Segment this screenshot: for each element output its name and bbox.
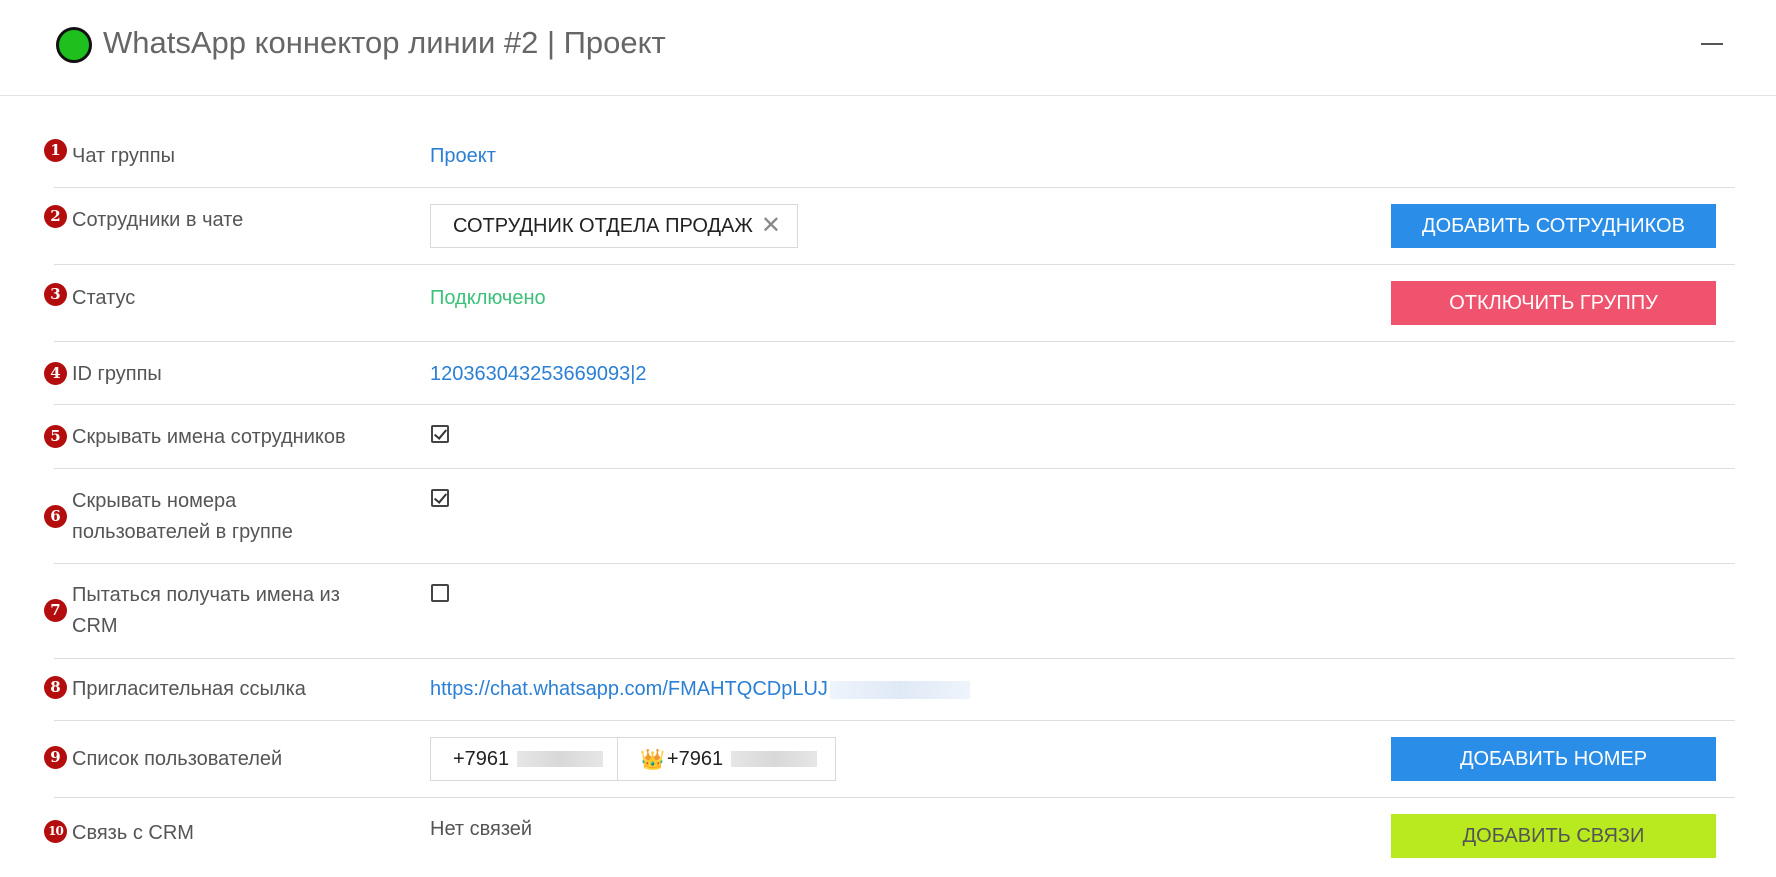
row-number-badge: 10	[44, 820, 67, 843]
row-number-badge: 6	[44, 505, 67, 528]
redacted-link-part	[829, 680, 970, 699]
row-users: 9 Список пользователей +7961 👑 +7961 ДОБ…	[44, 721, 1735, 798]
row-chat-group: 1 Чат группы Проект	[44, 122, 1735, 188]
status-indicator	[56, 27, 92, 63]
row-label: ID группы	[72, 363, 162, 385]
hide-numbers-checkbox[interactable]	[431, 489, 449, 507]
employee-chip-label: СОТРУДНИК ОТДЕЛА ПРОДАЖ	[453, 214, 753, 237]
user-phone: +7961	[666, 747, 724, 770]
crm-names-checkbox[interactable]	[431, 584, 449, 602]
row-number-badge: 3	[44, 283, 67, 306]
disconnect-group-button[interactable]: ОТКЛЮЧИТЬ ГРУППУ	[1391, 281, 1716, 325]
hide-names-checkbox[interactable]	[431, 425, 449, 443]
row-label: Пригласительная ссылка	[72, 678, 306, 700]
user-phone-chip[interactable]: +7961	[430, 737, 618, 781]
row-invite-link: 8 Пригласительная ссылка https://chat.wh…	[44, 659, 1735, 721]
row-label: Скрывать номера пользователей в группе	[72, 490, 293, 543]
add-employees-button[interactable]: ДОБАВИТЬ СОТРУДНИКОВ	[1391, 204, 1716, 248]
row-number-badge: 2	[44, 205, 67, 228]
row-employees: 2 Сотрудники в чате СОТРУДНИК ОТДЕЛА ПРО…	[44, 188, 1735, 265]
row-crm-names: 7 Пытаться получать имена из CRM	[44, 564, 1735, 659]
row-number-badge: 5	[44, 425, 67, 448]
employee-chip: СОТРУДНИК ОТДЕЛА ПРОДАЖ ✕	[430, 204, 798, 248]
row-number-badge: 4	[44, 362, 67, 385]
connector-title: WhatsApp коннектор линии #2 | Проект	[103, 25, 666, 60]
row-label: Связь с CRM	[72, 822, 194, 844]
redacted-phone	[517, 751, 604, 767]
row-status: 3 Статус Подключено ОТКЛЮЧИТЬ ГРУППУ	[44, 265, 1735, 342]
row-label: Статус	[72, 287, 136, 309]
chat-group-link[interactable]: Проект	[430, 145, 496, 168]
row-number-badge: 1	[44, 139, 67, 162]
row-number-badge: 9	[44, 746, 67, 769]
admin-phone-chip[interactable]: 👑 +7961	[617, 737, 836, 781]
row-label: Пытаться получать имена из CRM	[72, 584, 340, 637]
crown-icon: 👑	[640, 748, 665, 771]
row-hide-names: 5 Скрывать имена сотрудников	[44, 405, 1735, 469]
minimize-icon[interactable]	[1701, 43, 1723, 45]
connector-header: WhatsApp коннектор линии #2 | Проект	[0, 0, 1776, 96]
user-phone: +7961	[453, 747, 510, 770]
row-label: Скрывать имена сотрудников	[72, 426, 346, 448]
remove-icon[interactable]: ✕	[761, 214, 781, 238]
redacted-phone	[731, 751, 818, 767]
row-number-badge: 8	[44, 676, 67, 699]
group-id-value[interactable]: 120363043253669093|2	[430, 363, 647, 386]
row-group-id: 4 ID группы 120363043253669093|2	[44, 342, 1735, 405]
invite-link[interactable]: https://chat.whatsapp.com/FMAHTQCDpLUJ	[430, 678, 828, 700]
add-number-button[interactable]: ДОБАВИТЬ НОМЕР	[1391, 737, 1716, 781]
row-number-badge: 7	[44, 599, 67, 622]
row-label: Список пользователей	[72, 748, 283, 770]
status-value: Подключено	[430, 287, 546, 309]
crm-link-value: Нет связей	[430, 818, 533, 840]
row-label: Сотрудники в чате	[72, 209, 244, 231]
invite-link-container: https://chat.whatsapp.com/FMAHTQCDpLUJ	[430, 678, 970, 701]
row-label: Чат группы	[72, 145, 175, 167]
add-links-button[interactable]: ДОБАВИТЬ СВЯЗИ	[1391, 814, 1716, 858]
row-crm-link: 10 Связь с CRM Нет связей ДОБАВИТЬ СВЯЗИ	[44, 798, 1735, 877]
row-hide-numbers: 6 Скрывать номера пользователей в группе	[44, 469, 1735, 564]
